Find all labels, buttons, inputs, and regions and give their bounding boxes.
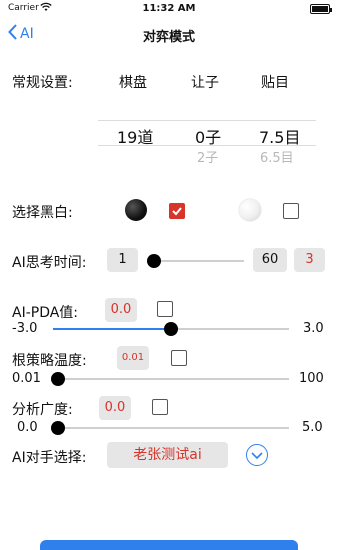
komi-header: 贴目 [261, 75, 289, 91]
expand-opponent-button[interactable] [246, 444, 268, 466]
pda-value: 0.0 [105, 298, 137, 322]
battery-icon [310, 4, 332, 14]
root-temp-max: 100 [299, 371, 324, 386]
chevron-down-icon [251, 452, 263, 460]
pda-slider-knob[interactable] [164, 322, 178, 336]
pda-slider-fill [53, 328, 171, 330]
breadth-slider-track[interactable] [57, 427, 289, 429]
nav-bar: AI 对弈模式 [0, 20, 338, 48]
color-select-label: 选择黑白: [12, 205, 73, 221]
root-temp-checkbox[interactable] [171, 350, 187, 366]
board-size-picker[interactable]: 19道 [117, 124, 153, 148]
black-stone-icon [125, 199, 147, 221]
breadth-min: 0.0 [17, 420, 38, 435]
opponent-label: AI对手选择: [12, 450, 87, 466]
think-time-slider-knob[interactable] [147, 254, 161, 268]
think-time-label: AI思考时间: [12, 255, 87, 271]
think-time-min: 1 [107, 248, 138, 272]
picker-top-line [98, 120, 316, 121]
breadth-label: 分析广度: [12, 402, 73, 418]
think-time-value: 3 [294, 248, 325, 272]
handicap-picker[interactable]: 0子 [195, 124, 221, 148]
status-bar: Carrier 11:32 AM [0, 0, 338, 18]
root-temp-value: 0.01 [117, 346, 149, 370]
check-icon [172, 207, 182, 216]
think-time-max: 60 [253, 248, 287, 272]
root-temp-slider-knob[interactable] [51, 372, 65, 386]
page-title: 对弈模式 [142, 30, 195, 45]
status-time: 11:32 AM [142, 3, 196, 14]
general-settings-label: 常规设置: [12, 75, 73, 91]
white-stone-icon [239, 199, 261, 221]
breadth-slider-knob[interactable] [51, 421, 65, 435]
komi-next-option[interactable]: 6.5目 [260, 147, 294, 166]
breadth-checkbox[interactable] [152, 399, 168, 415]
handicap-next-option[interactable]: 2子 [197, 147, 218, 166]
breadth-value: 0.0 [99, 396, 131, 420]
start-game-button[interactable] [40, 540, 298, 550]
pda-min: -3.0 [12, 321, 38, 336]
pda-checkbox[interactable] [157, 301, 173, 317]
handicap-header: 让子 [191, 75, 219, 91]
breadth-max: 5.0 [302, 420, 323, 435]
white-checkbox[interactable] [283, 203, 299, 219]
komi-picker[interactable]: 7.5目 [259, 124, 300, 148]
pda-label: AI-PDA值: [12, 305, 79, 321]
board-size-header: 棋盘 [119, 75, 147, 91]
opponent-select-button[interactable]: 老张测试ai [107, 442, 228, 468]
root-temp-min: 0.01 [12, 371, 41, 386]
black-checkbox[interactable] [169, 203, 185, 219]
root-temp-label: 根策略温度: [12, 353, 87, 369]
pda-max: 3.0 [303, 321, 324, 336]
think-time-slider-track[interactable] [148, 260, 244, 262]
root-temp-slider-track[interactable] [57, 378, 289, 380]
